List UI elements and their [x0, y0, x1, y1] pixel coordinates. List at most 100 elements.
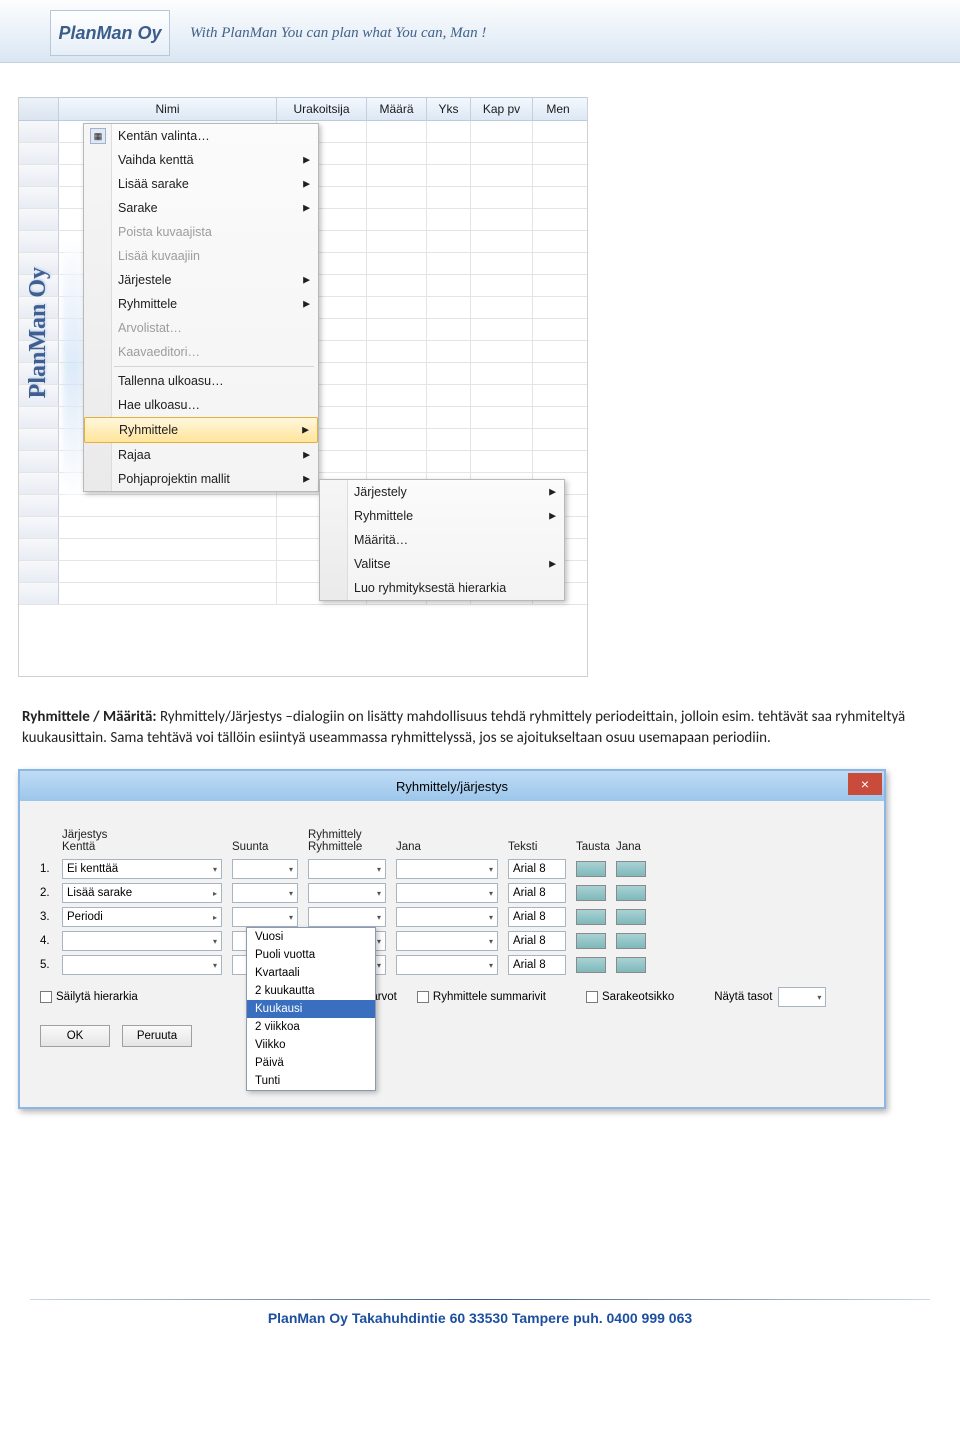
combo-group[interactable]: ▾	[308, 907, 386, 927]
dialog-row: 2.Lisää sarake▸▾▾▾Arial 8	[40, 883, 860, 903]
menu-item[interactable]: Ryhmittele ▶	[84, 292, 318, 316]
checkbox-icon[interactable]	[40, 991, 52, 1003]
dialog-titlebar[interactable]: Ryhmittely/järjestys ×	[20, 771, 884, 801]
menu-item[interactable]: Lisää kuvaajiin	[84, 244, 318, 268]
period-option[interactable]: Päivä	[247, 1054, 375, 1072]
combo-text[interactable]: Arial 8	[508, 955, 566, 975]
heading-jarjestys: Järjestys	[62, 829, 232, 841]
check-summarivit[interactable]: Ryhmittele summarivit	[417, 991, 546, 1003]
combo-direction[interactable]: ▾	[232, 883, 298, 903]
th-nimi[interactable]: Nimi	[59, 98, 277, 120]
check-sarakeotsikko[interactable]: Sarakeotsikko	[586, 991, 674, 1003]
menu-item[interactable]: Arvolistat…	[84, 316, 318, 340]
color-swatch-jana[interactable]	[616, 957, 646, 973]
period-option[interactable]: Viikko	[247, 1036, 375, 1054]
chevron-down-icon: ▾	[213, 937, 217, 946]
menu-item[interactable]: Kaavaeditori…	[84, 340, 318, 364]
combo-field[interactable]: Periodi▸	[62, 907, 222, 927]
combo-field[interactable]: Ei kenttää▾	[62, 859, 222, 879]
combo-group[interactable]: ▾	[308, 859, 386, 879]
menu-item-label: Lisää kuvaajiin	[118, 249, 200, 263]
menu-item[interactable]: ▦Kentän valinta…	[84, 124, 318, 148]
combo-text[interactable]: Arial 8	[508, 859, 566, 879]
menu-item[interactable]: Sarake▶	[84, 196, 318, 220]
checkbox-icon[interactable]	[586, 991, 598, 1003]
combo-field[interactable]: ▾	[62, 931, 222, 951]
menu-item-label: Luo ryhmityksestä hierarkia	[354, 581, 506, 595]
combo-field[interactable]: ▾	[62, 955, 222, 975]
period-option[interactable]: Kvartaali	[247, 964, 375, 982]
combo-text[interactable]: Arial 8	[508, 883, 566, 903]
color-swatch-bg[interactable]	[576, 909, 606, 925]
chevron-right-icon: ▶	[303, 474, 310, 485]
combo-direction[interactable]: ▾	[232, 907, 298, 927]
th-men[interactable]: Men	[533, 98, 583, 120]
color-swatch-jana[interactable]	[616, 933, 646, 949]
context-menu-main[interactable]: ▦Kentän valinta…Vaihda kenttä▶Lisää sara…	[83, 123, 319, 492]
menu-item[interactable]: Järjestele▶	[84, 268, 318, 292]
combo-text[interactable]: Arial 8	[508, 931, 566, 951]
dialog-row: 5.▾▾▾▾Arial 8	[40, 955, 860, 975]
checkbox-icon[interactable]	[417, 991, 429, 1003]
combo-jana[interactable]: ▾	[396, 883, 498, 903]
color-swatch-bg[interactable]	[576, 957, 606, 973]
combo-jana[interactable]: ▾	[396, 859, 498, 879]
cancel-button[interactable]: Peruuta	[122, 1025, 192, 1047]
chevron-right-icon: ▶	[549, 511, 556, 522]
th-kappv[interactable]: Kap pv	[471, 98, 533, 120]
menu-item-label: Poista kuvaajista	[118, 225, 212, 239]
th-maara[interactable]: Määrä	[367, 98, 427, 120]
ok-button[interactable]: OK	[40, 1025, 110, 1047]
color-swatch-jana[interactable]	[616, 909, 646, 925]
menu-item-label: Valitse	[354, 557, 391, 571]
menu-item[interactable]: Määritä…	[320, 528, 564, 552]
menu-item-label: Ryhmittele	[118, 297, 177, 311]
menu-item[interactable]: Hae ulkoasu…	[84, 393, 318, 417]
period-option[interactable]: Vuosi	[247, 928, 375, 946]
color-swatch-jana[interactable]	[616, 885, 646, 901]
menu-item[interactable]: Järjestely▶	[320, 480, 564, 504]
table-header-row: Nimi Urakoitsija Määrä Yks Kap pv Men	[19, 97, 587, 121]
menu-item[interactable]: Ryhmittele▶	[320, 504, 564, 528]
combo-text[interactable]: Arial 8	[508, 907, 566, 927]
combo-jana[interactable]: ▾	[396, 955, 498, 975]
combo-nayta-tasot[interactable]: ▾	[778, 987, 826, 1007]
color-swatch-bg[interactable]	[576, 933, 606, 949]
menu-item-label: Sarake	[118, 201, 158, 215]
th-yks[interactable]: Yks	[427, 98, 471, 120]
menu-item[interactable]: Poista kuvaajista	[84, 220, 318, 244]
menu-item[interactable]: Pohjaprojektin mallit▶	[84, 467, 318, 491]
color-swatch-bg[interactable]	[576, 861, 606, 877]
logo: PlanMan Oy	[50, 10, 170, 56]
period-dropdown[interactable]: VuosiPuoli vuottaKvartaali2 kuukauttaKuu…	[246, 927, 376, 1091]
close-button[interactable]: ×	[848, 773, 882, 795]
chevron-right-icon: ▶	[303, 450, 310, 461]
th-urakoitsija[interactable]: Urakoitsija	[277, 98, 367, 120]
menu-item[interactable]: Valitse▶	[320, 552, 564, 576]
menu-item[interactable]: Ryhmittele▶	[84, 417, 318, 443]
menu-item[interactable]: Rajaa▶	[84, 443, 318, 467]
menu-item[interactable]: Lisää sarake▶	[84, 172, 318, 196]
period-option[interactable]: Tunti	[247, 1072, 375, 1090]
check-sailyta[interactable]: Säilytä hierarkia	[40, 991, 138, 1003]
chevron-right-icon: ▶	[303, 299, 310, 310]
period-option[interactable]: Puoli vuotta	[247, 946, 375, 964]
context-menu-submenu[interactable]: Järjestely▶Ryhmittele▶Määritä…Valitse▶Lu…	[319, 479, 565, 601]
check-sarakeotsikko-label: Sarakeotsikko	[602, 991, 674, 1003]
color-swatch-bg[interactable]	[576, 885, 606, 901]
combo-direction[interactable]: ▾	[232, 859, 298, 879]
dialog-row: 4.▾▾▾▾Arial 8	[40, 931, 860, 951]
menu-item[interactable]: Vaihda kenttä▶	[84, 148, 318, 172]
menu-item-label: Määritä…	[354, 533, 408, 547]
period-option[interactable]: 2 kuukautta	[247, 982, 375, 1000]
menu-item-label: Järjestele	[118, 273, 172, 287]
color-swatch-jana[interactable]	[616, 861, 646, 877]
combo-jana[interactable]: ▾	[396, 907, 498, 927]
combo-group[interactable]: ▾	[308, 883, 386, 903]
menu-item[interactable]: Luo ryhmityksestä hierarkia	[320, 576, 564, 600]
period-option[interactable]: Kuukausi	[247, 1000, 375, 1018]
combo-field[interactable]: Lisää sarake▸	[62, 883, 222, 903]
period-option[interactable]: 2 viikkoa	[247, 1018, 375, 1036]
combo-jana[interactable]: ▾	[396, 931, 498, 951]
menu-item[interactable]: Tallenna ulkoasu…	[84, 369, 318, 393]
